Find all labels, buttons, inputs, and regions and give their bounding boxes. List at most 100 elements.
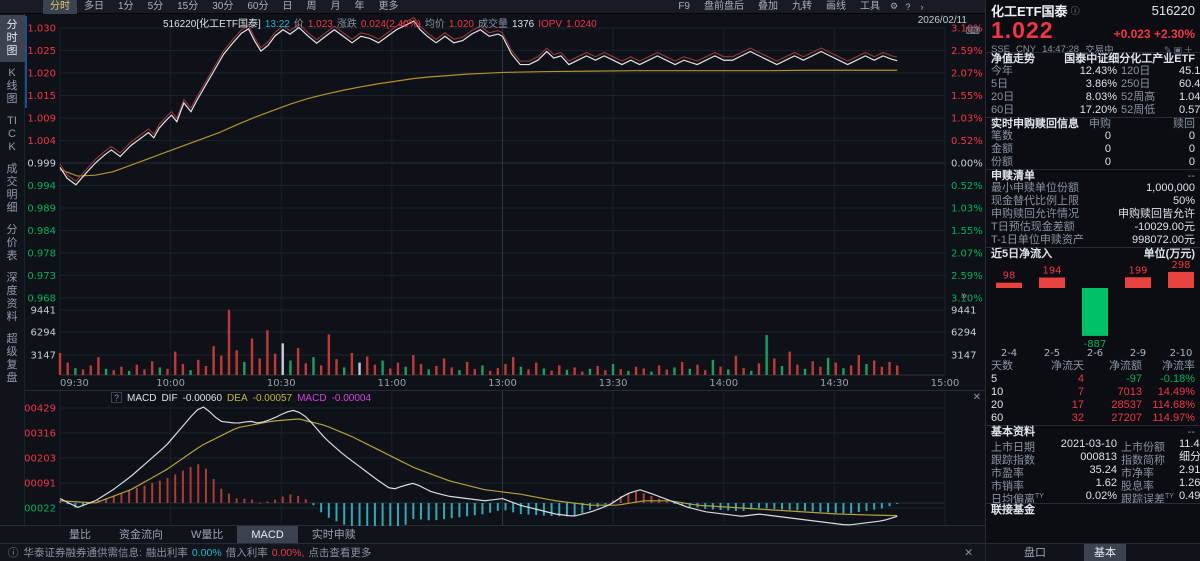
period-tab[interactable]: 15分: [170, 0, 205, 14]
flow-td-days: 60: [991, 412, 1029, 425]
status-message[interactable]: 华泰证券融券通供需信息:融出利率0.00%借入利率0.00%,点击查看更多: [24, 545, 376, 560]
panel-expand-icon[interactable]: »: [961, 290, 967, 302]
nav-row-value2: 45.17%: [1179, 65, 1200, 78]
scrollbar-thumb[interactable]: [25, 16, 27, 108]
list-row-label: 申购赎回允许情况: [991, 208, 1118, 221]
chart-info-value: 516220[化工ETF国泰]: [163, 19, 261, 30]
help-icon[interactable]: ?: [901, 2, 915, 12]
period-tab[interactable]: 分时: [43, 0, 77, 14]
indicator-tab[interactable]: MACD: [237, 526, 297, 544]
sidebar-view-tab[interactable]: 超级复盘: [0, 329, 25, 389]
keyboard-icon[interactable]: ⌨: [966, 26, 980, 37]
svg-text:14:00: 14:00: [709, 378, 738, 389]
status-bar: ⓘ 华泰证券融券通供需信息:融出利率0.00%借入利率0.00%,点击查看更多 …: [0, 543, 985, 561]
sidebar-view-tab[interactable]: K线图: [0, 63, 25, 110]
indicator-tab[interactable]: 量比: [55, 526, 105, 544]
nav-row-label2: 250日: [1117, 78, 1179, 91]
toolbar-action[interactable]: 九转: [785, 0, 819, 14]
chart-date: 2026/02/11: [918, 15, 967, 26]
period-tab[interactable]: 年: [348, 0, 372, 14]
svg-text:98: 98: [1003, 271, 1016, 282]
status-text: 华泰证券融券通供需信息:: [24, 547, 142, 559]
sidebar-view-tab[interactable]: 分时图: [0, 15, 25, 62]
flow-td-days: 10: [991, 386, 1029, 399]
quote-panel: 化工ETF国泰 ⓘ 516220 1.022 +0.023 +2.30% SSE…: [985, 0, 1200, 561]
indicator-tab[interactable]: W量比: [177, 526, 237, 544]
period-tab[interactable]: 多日: [77, 0, 111, 14]
flow-table-header: 天数 净流天 净流额 净流率: [986, 360, 1200, 373]
basic-row: 上市日期 2021-03-10 上市份额 11.42亿: [986, 438, 1200, 451]
period-tab[interactable]: 30分: [205, 0, 240, 14]
flow-td-netdays: 7: [1029, 386, 1084, 399]
quote-panel-tab[interactable]: 盘口: [1014, 544, 1056, 561]
svg-text:0.52%: 0.52%: [951, 136, 983, 147]
period-tab[interactable]: 60分: [240, 0, 275, 14]
period-tab[interactable]: 周: [300, 0, 324, 14]
status-text: 0.00%: [192, 547, 222, 559]
sidebar-view-tab[interactable]: 深度资料: [0, 268, 25, 328]
svg-text:0.994: 0.994: [27, 181, 56, 192]
macd-value: -0.00057: [253, 393, 292, 404]
flow-table-row: 5 4 -97 -0.18%: [986, 373, 1200, 386]
macd-close-icon[interactable]: ✕: [973, 392, 981, 403]
toolbar-action[interactable]: F9: [671, 0, 697, 14]
chart-info-value: 价: [294, 19, 304, 30]
svg-text:0.989: 0.989: [27, 204, 56, 215]
list-more[interactable]: --: [1188, 170, 1195, 182]
nav-row: 今年 12.43% 120日 45.17%: [986, 65, 1200, 78]
rt-row-subscribe: 0: [1053, 156, 1111, 169]
macd-chart[interactable]: 0.004290.003160.002030.00091-0.00022: [25, 391, 985, 526]
trading-terminal: 分时 多日 1分 5分 15分 30分 60分 日 周 月: [0, 0, 1200, 561]
sidebar-view-tab[interactable]: 成交明细: [0, 159, 25, 219]
svg-text:199: 199: [1128, 265, 1147, 276]
rt-row-redeem: 0: [1111, 156, 1195, 169]
toolbar-action[interactable]: 画线: [819, 0, 853, 14]
svg-text:1.03%: 1.03%: [951, 204, 983, 215]
toolbar-action[interactable]: 叠加: [751, 0, 785, 14]
flow-unit: 单位(万元): [1144, 248, 1195, 260]
sidebar-view-tab[interactable]: TICK: [0, 111, 25, 158]
svg-text:1.025: 1.025: [27, 46, 56, 57]
svg-text:0.973: 0.973: [27, 271, 56, 282]
svg-text:0.978: 0.978: [27, 249, 56, 260]
period-tab[interactable]: 5分: [141, 0, 171, 14]
quote-panel-tab[interactable]: 基本: [1084, 544, 1126, 561]
nav-row-value2: 60.44%: [1179, 78, 1200, 91]
toolbar-action[interactable]: 工具: [853, 0, 887, 14]
flow-td-netdays: 32: [1029, 412, 1084, 425]
flow-th-amount: 净流额: [1084, 360, 1142, 373]
svg-text:2-5: 2-5: [1044, 348, 1060, 359]
indicator-tab[interactable]: 资金流向: [105, 526, 177, 544]
list-section-header: 申赎清单 --: [986, 169, 1200, 182]
macd-help-icon[interactable]: ?: [111, 392, 122, 403]
svg-text:0.00091: 0.00091: [25, 479, 56, 490]
sidebar-view-tab[interactable]: 分价表: [0, 220, 25, 267]
period-tab[interactable]: 日: [276, 0, 300, 14]
svg-text:0.00%: 0.00%: [951, 159, 983, 170]
status-close-icon[interactable]: ✕: [964, 547, 973, 559]
status-text: 借入利率: [226, 547, 268, 559]
nav-row: 20日 8.03% 52周高 1.04: [986, 91, 1200, 104]
indicator-tab[interactable]: 实时申赎: [298, 526, 370, 544]
settings-gear-icon[interactable]: ⚙: [887, 1, 901, 12]
svg-text:2.59%: 2.59%: [951, 46, 983, 57]
nav-row-label: 今年: [991, 65, 1047, 78]
toolbar-action[interactable]: 盘前盘后: [697, 0, 751, 14]
rt-row: 份额 0 0: [986, 156, 1200, 169]
period-tab[interactable]: 1分: [111, 0, 141, 14]
svg-text:0.52%: 0.52%: [951, 181, 983, 192]
intraday-price-chart[interactable]: 1.0303.10%1.0252.59%1.0202.07%1.0151.55%…: [25, 14, 985, 390]
rt-row-label: 笔数: [991, 130, 1053, 143]
period-tab[interactable]: 月: [324, 0, 348, 14]
nav-row-value: 17.20%: [1047, 104, 1117, 117]
chart-info-value: 均价: [425, 19, 445, 30]
flow-td-days: 5: [991, 373, 1029, 386]
svg-text:2.07%: 2.07%: [951, 69, 983, 80]
period-tab[interactable]: 更多: [372, 0, 406, 14]
chevron-right-icon[interactable]: ›: [915, 2, 929, 12]
sidebar-view-label: TICK: [6, 115, 19, 154]
stock-info-icon[interactable]: ⓘ: [1071, 4, 1152, 17]
svg-text:3147: 3147: [951, 351, 976, 362]
basic-more[interactable]: --: [1188, 426, 1195, 438]
chart-column: 分时 多日 1分 5分 15分 30分 60分 日 周 月: [0, 0, 985, 561]
